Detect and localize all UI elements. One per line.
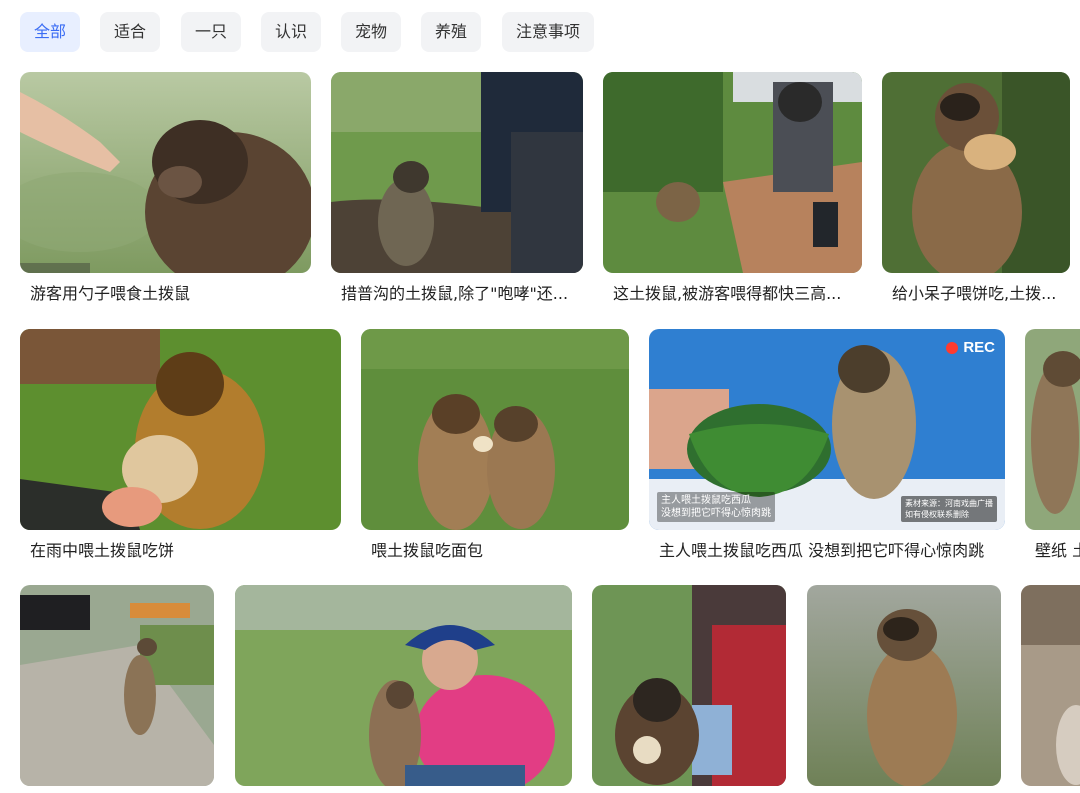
- video-source-text: 素材来源：河南戏曲广播 如有侵权联系删除: [901, 496, 997, 522]
- image-result-card[interactable]: [1021, 585, 1080, 786]
- result-caption[interactable]: 游客用勺子喂食土拨鼠: [30, 280, 301, 304]
- rec-badge: REC: [946, 339, 995, 356]
- image-result-card[interactable]: 措普沟的土拨鼠,除了"咆哮"还...: [331, 72, 583, 304]
- result-thumbnail[interactable]: [20, 329, 341, 530]
- image-result-card[interactable]: 给小呆子喂饼吃,土拨...: [882, 72, 1070, 304]
- result-thumbnail[interactable]: [603, 72, 862, 273]
- result-thumbnail[interactable]: [807, 585, 1001, 786]
- filter-chip-breeding[interactable]: 养殖: [421, 12, 481, 52]
- result-thumbnail[interactable]: [1025, 329, 1080, 530]
- result-thumbnail[interactable]: [331, 72, 583, 273]
- filter-chip-suitable[interactable]: 适合: [100, 12, 160, 52]
- image-result-card[interactable]: 壁纸 土: [1025, 329, 1080, 561]
- image-result-card[interactable]: 喂土拨鼠吃面包: [361, 329, 629, 561]
- overlay-line: 没想到把它吓得心惊肉跳: [661, 508, 771, 519]
- record-dot-icon: [946, 341, 959, 354]
- result-caption[interactable]: 给小呆子喂饼吃,土拨...: [892, 280, 1062, 304]
- filter-chip-pet[interactable]: 宠物: [341, 12, 401, 52]
- image-result-card[interactable]: 游客用勺子喂食土拨鼠: [20, 72, 311, 304]
- filter-chip-all[interactable]: 全部: [20, 12, 80, 52]
- image-result-card[interactable]: [592, 585, 786, 786]
- result-caption[interactable]: 主人喂土拨鼠吃西瓜 没想到把它吓得心惊肉跳: [659, 537, 999, 561]
- result-thumbnail[interactable]: [235, 585, 572, 786]
- result-thumbnail[interactable]: [20, 72, 311, 273]
- result-thumbnail[interactable]: [361, 329, 629, 530]
- image-result-card[interactable]: [807, 585, 1001, 786]
- image-result-card[interactable]: REC 主人喂土拨鼠吃西瓜 没想到把它吓得心惊肉跳 素材来源：河南戏曲广播 如有…: [649, 329, 1005, 561]
- rec-label: REC: [963, 339, 995, 356]
- result-caption[interactable]: 壁纸 土: [1035, 537, 1080, 561]
- source-line: 素材来源：河南戏曲广播: [905, 499, 993, 508]
- result-thumbnail[interactable]: [20, 585, 214, 786]
- image-result-card[interactable]: [235, 585, 572, 786]
- result-thumbnail[interactable]: [592, 585, 786, 786]
- result-thumbnail[interactable]: [1021, 585, 1080, 786]
- filter-chip-know[interactable]: 认识: [261, 12, 321, 52]
- result-caption[interactable]: 措普沟的土拨鼠,除了"咆哮"还...: [341, 280, 576, 304]
- filter-chip-one[interactable]: 一只: [181, 12, 241, 52]
- result-thumbnail[interactable]: [882, 72, 1070, 273]
- image-result-card[interactable]: 在雨中喂土拨鼠吃饼: [20, 329, 341, 561]
- result-caption[interactable]: 在雨中喂土拨鼠吃饼: [30, 537, 331, 561]
- overlay-line: 主人喂土拨鼠吃西瓜: [661, 495, 751, 506]
- video-overlay-text: 主人喂土拨鼠吃西瓜 没想到把它吓得心惊肉跳: [657, 492, 775, 522]
- source-line: 如有侵权联系删除: [905, 510, 969, 519]
- image-result-card[interactable]: 这土拨鼠,被游客喂得都快三高...: [603, 72, 862, 304]
- result-caption[interactable]: 这土拨鼠,被游客喂得都快三高...: [613, 280, 853, 304]
- result-thumbnail[interactable]: REC 主人喂土拨鼠吃西瓜 没想到把它吓得心惊肉跳 素材来源：河南戏曲广播 如有…: [649, 329, 1005, 530]
- filter-chip-notes[interactable]: 注意事项: [502, 12, 594, 52]
- image-result-card[interactable]: [20, 585, 214, 786]
- result-caption[interactable]: 喂土拨鼠吃面包: [371, 537, 619, 561]
